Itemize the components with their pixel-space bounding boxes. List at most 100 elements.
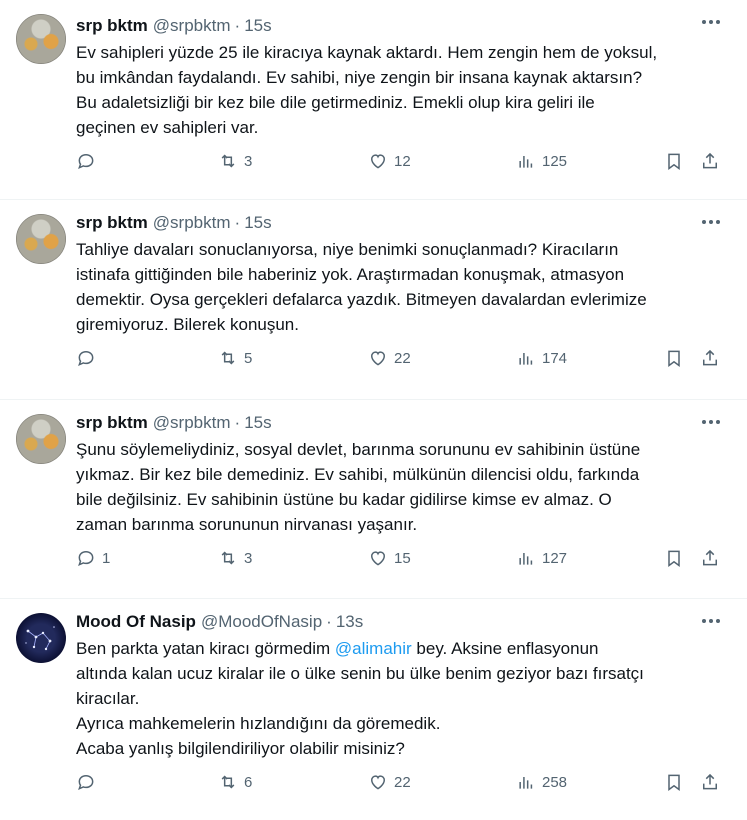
reply-count: 1 xyxy=(102,549,111,567)
share-icon xyxy=(703,549,717,566)
retweet-button[interactable]: 6 xyxy=(218,770,252,794)
views-button[interactable]: 174 xyxy=(516,346,567,370)
bookmark-button[interactable] xyxy=(664,770,684,794)
more-options-icon[interactable] xyxy=(701,617,721,625)
view-count: 174 xyxy=(542,349,568,367)
reply-button[interactable] xyxy=(76,346,102,370)
like-count: 15 xyxy=(394,549,411,567)
timestamp[interactable]: 13s xyxy=(336,611,363,633)
view-count: 127 xyxy=(542,549,568,567)
constellation-icon xyxy=(25,626,55,651)
separator-dot: · xyxy=(234,213,241,232)
tweet-text: Şunu söylemeliydiniz, sosyal devlet, bar… xyxy=(76,440,641,534)
tweet-text: Ev sahipleri yüzde 25 ile kiracıya kayna… xyxy=(76,43,658,137)
retweet-button[interactable]: 3 xyxy=(218,546,252,570)
separator-dot: · xyxy=(234,413,241,432)
like-count: 22 xyxy=(394,773,411,791)
user-handle[interactable]: @srpbktm xyxy=(153,412,231,434)
reply-button[interactable] xyxy=(76,770,102,794)
avatar[interactable] xyxy=(16,14,66,64)
retweet-count: 3 xyxy=(244,152,253,170)
tweet[interactable]: srp bktm @srpbktm · 15s Tahliye davaları… xyxy=(0,200,747,400)
view-count: 258 xyxy=(542,773,568,791)
tweet[interactable]: srp bktm @srpbktm · 15s Şunu söylemeliyd… xyxy=(0,400,747,599)
timestamp[interactable]: 15s xyxy=(244,412,271,434)
retweet-button[interactable]: 3 xyxy=(218,149,252,173)
share-icon xyxy=(703,773,717,790)
bookmark-icon xyxy=(668,350,680,367)
like-button[interactable]: 12 xyxy=(368,149,411,173)
mention-link[interactable]: @alimahir xyxy=(335,639,412,658)
display-name[interactable]: Mood Of Nasip xyxy=(76,611,196,633)
like-button[interactable]: 22 xyxy=(368,770,411,794)
bookmark-icon xyxy=(668,774,680,791)
timestamp[interactable]: 15s xyxy=(244,15,271,37)
retweet-icon xyxy=(221,154,235,168)
action-bar: 5 22 174 xyxy=(76,346,731,396)
avatar[interactable] xyxy=(16,414,66,464)
action-bar: 3 12 125 xyxy=(76,149,731,199)
more-options-icon[interactable] xyxy=(701,18,721,26)
tweet[interactable]: srp bktm @srpbktm · 15s Ev sahipleri yüz… xyxy=(0,0,747,200)
action-bar: 6 22 258 xyxy=(76,770,731,820)
reply-icon xyxy=(78,350,94,367)
bookmark-icon xyxy=(668,153,680,170)
display-name[interactable]: srp bktm xyxy=(76,212,148,234)
user-handle[interactable]: @MoodOfNasip xyxy=(201,611,322,633)
views-button[interactable]: 258 xyxy=(516,770,567,794)
bookmark-button[interactable] xyxy=(664,149,684,173)
views-chart-icon xyxy=(519,353,533,365)
views-button[interactable]: 125 xyxy=(516,149,567,173)
timeline-feed: srp bktm @srpbktm · 15s Ev sahipleri yüz… xyxy=(0,0,747,818)
share-button[interactable] xyxy=(700,770,720,794)
tweet[interactable]: Mood Of Nasip @MoodOfNasip · 13s Ben par… xyxy=(0,599,747,818)
action-bar: 1 3 15 127 xyxy=(76,546,731,596)
tweet-text-part: Ben parkta yatan kiracı görmedim xyxy=(76,639,335,658)
heart-icon xyxy=(370,351,386,366)
display-name[interactable]: srp bktm xyxy=(76,412,148,434)
more-options-icon[interactable] xyxy=(701,218,721,226)
share-icon xyxy=(703,349,717,366)
reply-icon xyxy=(78,774,94,791)
user-handle[interactable]: @srpbktm xyxy=(153,15,231,37)
reply-button[interactable]: 1 xyxy=(76,546,110,570)
bookmark-icon xyxy=(668,550,680,567)
views-chart-icon xyxy=(519,553,533,565)
views-chart-icon xyxy=(519,156,533,168)
reply-button[interactable] xyxy=(76,149,102,173)
like-button[interactable]: 22 xyxy=(368,346,411,370)
like-button[interactable]: 15 xyxy=(368,546,411,570)
heart-icon xyxy=(370,775,386,790)
bookmark-button[interactable] xyxy=(664,346,684,370)
share-button[interactable] xyxy=(700,546,720,570)
share-button[interactable] xyxy=(700,346,720,370)
share-button[interactable] xyxy=(700,149,720,173)
more-options-icon[interactable] xyxy=(701,418,721,426)
retweet-icon xyxy=(221,775,235,789)
retweet-icon xyxy=(221,551,235,565)
views-button[interactable]: 127 xyxy=(516,546,567,570)
share-icon xyxy=(703,152,717,169)
display-name[interactable]: srp bktm xyxy=(76,15,148,37)
separator-dot: · xyxy=(326,612,332,631)
avatar[interactable] xyxy=(16,613,66,663)
retweet-count: 3 xyxy=(244,549,253,567)
avatar[interactable] xyxy=(16,214,66,264)
retweet-count: 5 xyxy=(244,349,253,367)
like-count: 12 xyxy=(394,152,411,170)
tweet-header: srp bktm @srpbktm · 15s xyxy=(76,15,731,37)
heart-icon xyxy=(370,154,386,169)
tweet-header: srp bktm @srpbktm · 15s xyxy=(76,412,731,434)
view-count: 125 xyxy=(542,152,568,170)
retweet-count: 6 xyxy=(244,773,253,791)
retweet-button[interactable]: 5 xyxy=(218,346,252,370)
tweet-header: srp bktm @srpbktm · 15s xyxy=(76,212,731,234)
tweet-text: Tahliye davaları sonuclanıyorsa, niye be… xyxy=(76,240,647,334)
user-handle[interactable]: @srpbktm xyxy=(153,212,231,234)
tweet-text: Ben parkta yatan kiracı görmedim @alimah… xyxy=(76,636,731,761)
separator-dot: · xyxy=(234,16,241,35)
bookmark-button[interactable] xyxy=(664,546,684,570)
heart-icon xyxy=(370,551,386,566)
timestamp[interactable]: 15s xyxy=(244,212,271,234)
reply-icon xyxy=(78,153,94,170)
